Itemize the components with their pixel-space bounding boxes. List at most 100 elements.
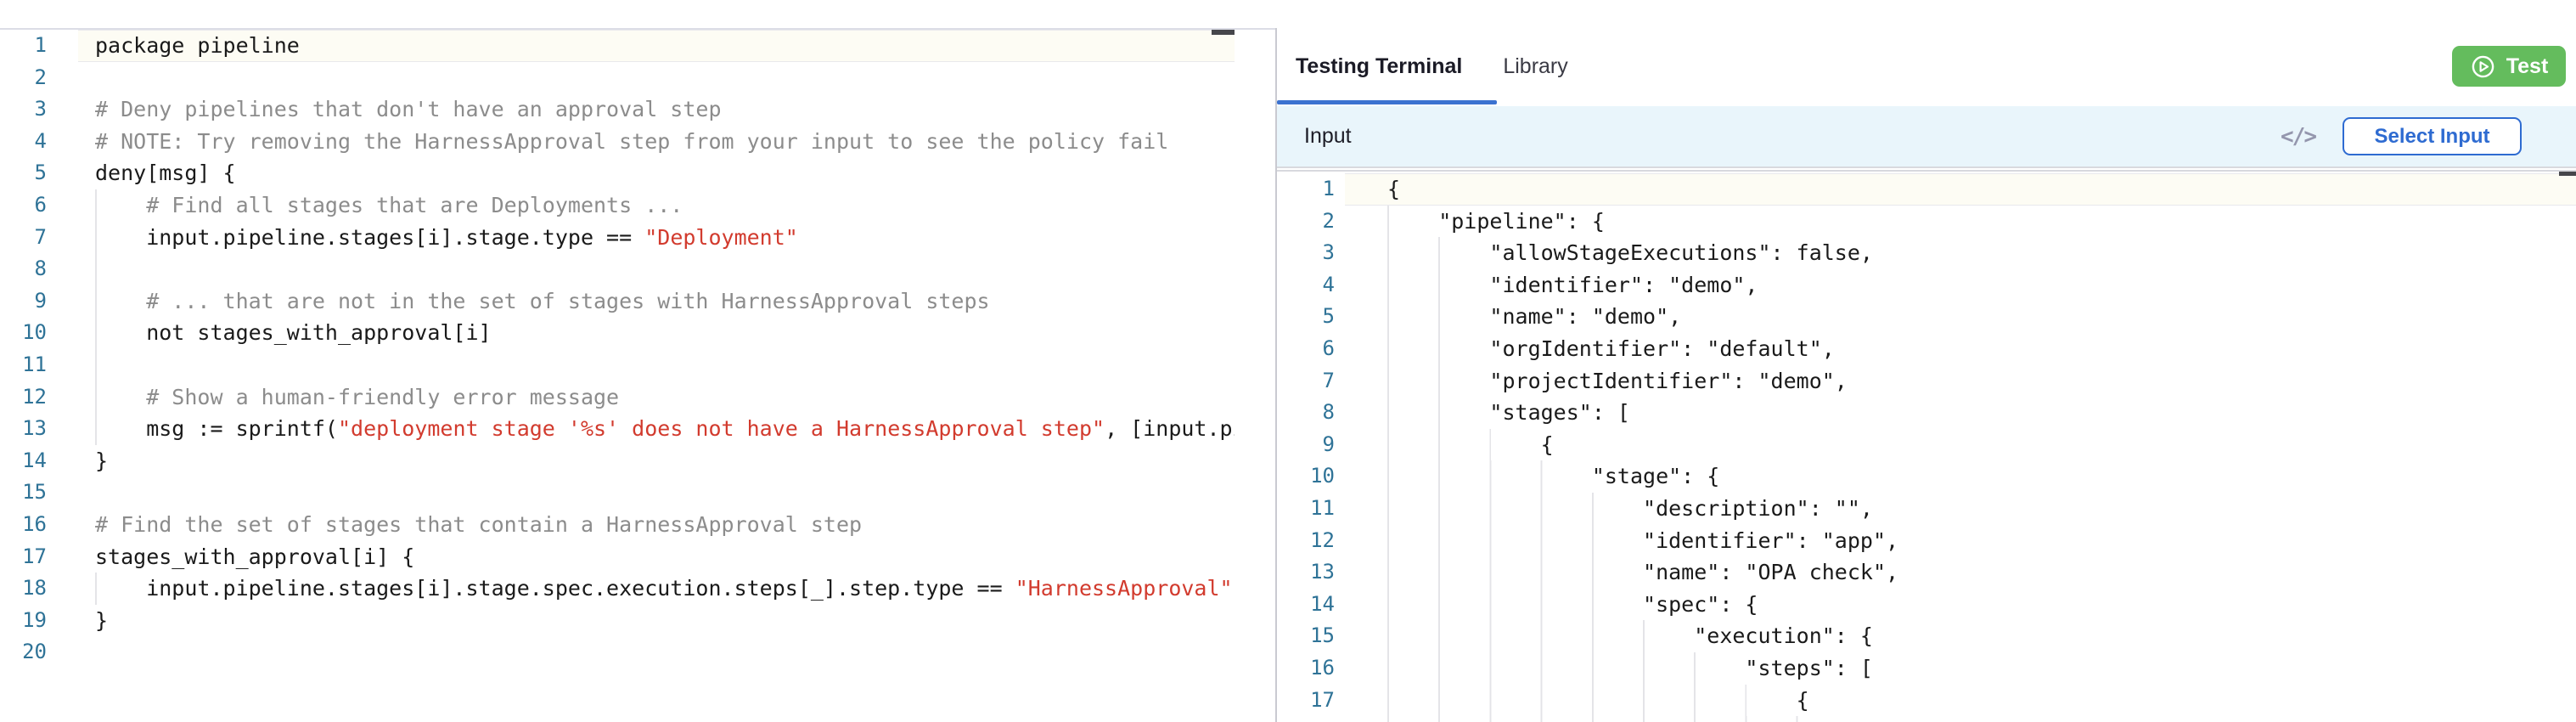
code-text: # Find the set of stages that contain a …: [78, 509, 1235, 541]
code-text: [78, 477, 1235, 509]
line-number: 3: [1277, 237, 1345, 269]
code-line[interactable]: 14 "spec": {: [1277, 589, 2576, 621]
line-number: 10: [0, 317, 78, 349]
code-line[interactable]: 1package pipeline: [0, 30, 1235, 62]
test-button[interactable]: Test: [2452, 46, 2566, 87]
input-editor-container: 1{2 "pipeline": {3 "allowStageExecutions…: [1277, 170, 2576, 722]
code-line[interactable]: 6 # Find all stages that are Deployments…: [0, 189, 1235, 222]
code-line[interactable]: 5deny[msg] {: [0, 157, 1235, 189]
code-line[interactable]: 10 not stages_with_approval[i]: [0, 317, 1235, 349]
code-line[interactable]: 16# Find the set of stages that contain …: [0, 509, 1235, 541]
code-line[interactable]: 5 "name": "demo",: [1277, 301, 2576, 333]
play-circle-icon: [2470, 54, 2496, 80]
code-line[interactable]: 4# NOTE: Try removing the HarnessApprova…: [0, 126, 1235, 158]
code-line[interactable]: 12 "identifier": "app",: [1277, 525, 2576, 557]
code-line[interactable]: 15 "execution": {: [1277, 620, 2576, 652]
code-line[interactable]: 10 "stage": {: [1277, 460, 2576, 493]
line-number: 4: [1277, 269, 1345, 302]
code-text: "name": "demo",: [1345, 301, 2576, 333]
code-text: }: [78, 605, 1235, 637]
line-number: 8: [0, 253, 78, 285]
code-text: "description": "",: [1345, 493, 2576, 525]
line-number: 9: [1277, 429, 1345, 461]
line-number: 2: [1277, 206, 1345, 238]
line-number: 11: [1277, 493, 1345, 525]
code-text: [78, 636, 1235, 668]
code-line[interactable]: 2: [0, 62, 1235, 94]
code-text: [78, 349, 1235, 381]
code-text: "allowStageExecutions": false,: [1345, 237, 2576, 269]
code-line[interactable]: 11 "description": "",: [1277, 493, 2576, 525]
code-line[interactable]: 13 "name": "OPA check",: [1277, 556, 2576, 589]
line-number: 17: [0, 541, 78, 573]
code-line[interactable]: 8: [0, 253, 1235, 285]
code-line[interactable]: 3 "allowStageExecutions": false,: [1277, 237, 2576, 269]
tab-testing-terminal[interactable]: Testing Terminal: [1296, 54, 1462, 79]
line-number: 3: [0, 93, 78, 126]
code-text: "execution": {: [1345, 620, 2576, 652]
line-number: 1: [1277, 173, 1345, 206]
code-line[interactable]: 1{: [1277, 173, 2576, 206]
editor-collapse-dash-icon[interactable]: [2559, 170, 2576, 176]
code-line[interactable]: 15: [0, 477, 1235, 509]
code-text: {: [1345, 429, 2576, 461]
line-number: 4: [0, 126, 78, 158]
code-line[interactable]: 18 "step": {: [1277, 716, 2576, 722]
code-line[interactable]: 16 "steps": [: [1277, 652, 2576, 685]
code-line[interactable]: 17 {: [1277, 685, 2576, 717]
code-line[interactable]: 19}: [0, 605, 1235, 637]
code-text: "name": "OPA check",: [1345, 556, 2576, 589]
line-number: 15: [0, 477, 78, 509]
code-text: package pipeline: [78, 30, 1235, 62]
input-label: Input: [1304, 124, 1352, 149]
code-text: "step": {: [1345, 716, 2576, 722]
code-line[interactable]: 12 # Show a human-friendly error message: [0, 381, 1235, 414]
line-number: 9: [0, 285, 78, 318]
code-line[interactable]: 8 "stages": [: [1277, 397, 2576, 429]
input-json-editor[interactable]: 1{2 "pipeline": {3 "allowStageExecutions…: [1277, 173, 2576, 722]
code-line[interactable]: 13 msg := sprintf("deployment stage '%s'…: [0, 413, 1235, 445]
code-text: "orgIdentifier": "default",: [1345, 333, 2576, 365]
panel-tabs-row: Testing Terminal Library Test: [1277, 28, 2576, 104]
code-line[interactable]: 7 input.pipeline.stages[i].stage.type ==…: [0, 222, 1235, 254]
code-text: {: [1345, 173, 2576, 206]
indent-guides: [95, 349, 97, 381]
code-line[interactable]: 17stages_with_approval[i] {: [0, 541, 1235, 573]
code-text: "steps": [: [1345, 652, 2576, 685]
code-text: # ... that are not in the set of stages …: [78, 285, 1235, 318]
line-number: 12: [1277, 525, 1345, 557]
code-text: "stage": {: [1345, 460, 2576, 493]
code-line[interactable]: 2 "pipeline": {: [1277, 206, 2576, 238]
code-text: "projectIdentifier": "demo",: [1345, 365, 2576, 398]
code-text: # Show a human-friendly error message: [78, 381, 1235, 414]
code-line[interactable]: 6 "orgIdentifier": "default",: [1277, 333, 2576, 365]
code-text: "identifier": "demo",: [1345, 269, 2576, 302]
code-line[interactable]: 14}: [0, 445, 1235, 477]
editor-collapse-dash-icon[interactable]: [1212, 30, 1235, 35]
active-tab-indicator: [1277, 100, 1497, 104]
tab-library[interactable]: Library: [1503, 54, 1567, 79]
input-header-bar: Input </> Select Input: [1277, 106, 2576, 168]
code-text: "pipeline": {: [1345, 206, 2576, 238]
line-number: 15: [1277, 620, 1345, 652]
code-line[interactable]: 20: [0, 636, 1235, 668]
line-number: 18: [1277, 716, 1345, 722]
line-number: 19: [0, 605, 78, 637]
code-text: {: [1345, 685, 2576, 717]
code-line[interactable]: 7 "projectIdentifier": "demo",: [1277, 365, 2576, 398]
line-number: 17: [1277, 685, 1345, 717]
code-line[interactable]: 9 # ... that are not in the set of stage…: [0, 285, 1235, 318]
code-text: "stages": [: [1345, 397, 2576, 429]
policy-code-editor[interactable]: 1package pipeline23# Deny pipelines that…: [0, 30, 1235, 722]
code-text: # NOTE: Try removing the HarnessApproval…: [78, 126, 1235, 158]
code-line[interactable]: 4 "identifier": "demo",: [1277, 269, 2576, 302]
line-number: 5: [1277, 301, 1345, 333]
line-number: 7: [1277, 365, 1345, 398]
code-line[interactable]: 11: [0, 349, 1235, 381]
line-number: 20: [0, 636, 78, 668]
code-line[interactable]: 3# Deny pipelines that don't have an app…: [0, 93, 1235, 126]
code-view-icon[interactable]: </>: [2281, 124, 2315, 149]
code-line[interactable]: 18 input.pipeline.stages[i].stage.spec.e…: [0, 573, 1235, 605]
code-line[interactable]: 9 {: [1277, 429, 2576, 461]
select-input-button[interactable]: Select Input: [2343, 117, 2522, 155]
